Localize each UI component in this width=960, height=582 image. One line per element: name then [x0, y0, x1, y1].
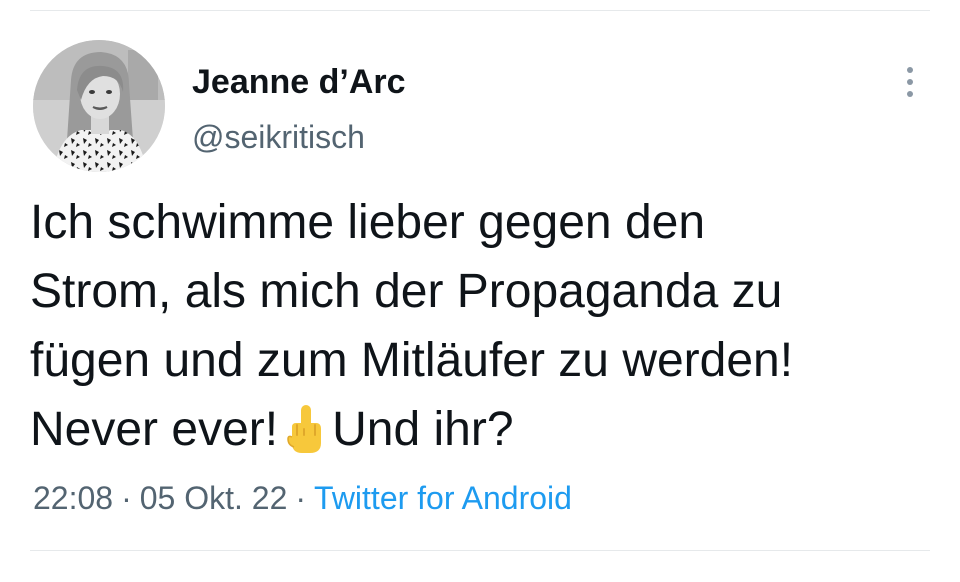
more-options-button[interactable]: [890, 58, 930, 106]
tweet-meta: 22:08 · 05 Okt. 22 · Twitter for Android: [33, 478, 572, 518]
tweet-source-link[interactable]: Twitter for Android: [314, 480, 572, 516]
tweet-text-segment: Und ihr?: [332, 403, 514, 456]
tweet-text-line: Ich schwimme lieber gegen den: [30, 196, 706, 249]
author-handle[interactable]: @seikritisch: [192, 117, 365, 157]
tweet-text: Ich schwimme lieber gegen den Strom, als…: [30, 188, 930, 464]
more-vertical-icon-dot: [907, 79, 913, 85]
more-vertical-icon: [907, 67, 913, 73]
tweet-text-last-line: Never ever! Und ihr?: [30, 395, 930, 464]
meta-separator: ·: [295, 480, 307, 516]
tweet-text-line: fügen und zum Mitläufer zu werden!: [30, 334, 794, 387]
author-display-name[interactable]: Jeanne d’Arc: [192, 62, 406, 102]
profile-photo-icon: [33, 40, 165, 172]
tweet-text-line: Strom, als mich der Propaganda zu: [30, 265, 783, 318]
tweet-time[interactable]: 22:08: [33, 480, 113, 516]
meta-separator: ·: [121, 480, 132, 516]
tweet-text-segment: Never ever!: [30, 403, 279, 456]
more-vertical-icon-dot: [907, 91, 913, 97]
author-avatar[interactable]: [33, 40, 165, 172]
tweet-date[interactable]: 05 Okt. 22: [140, 480, 288, 516]
top-divider: [30, 10, 930, 11]
bottom-divider: [30, 550, 930, 551]
middle-finger-emoji: [287, 405, 322, 453]
